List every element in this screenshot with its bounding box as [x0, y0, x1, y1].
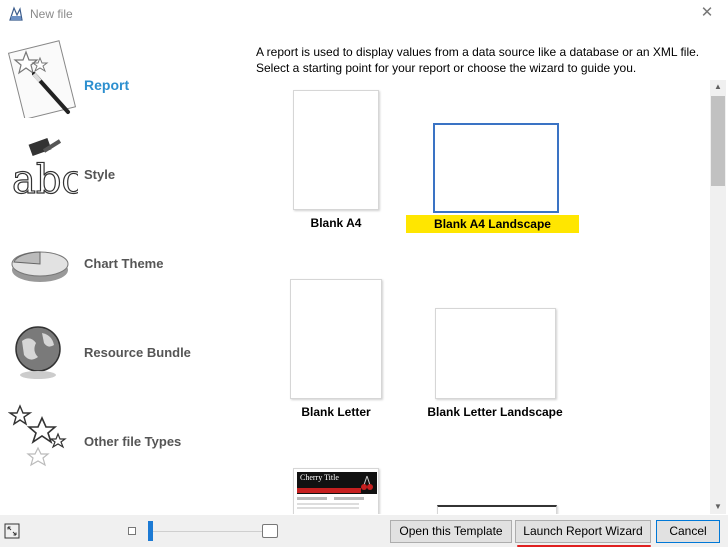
- category-resource-bundle[interactable]: Resource Bundle: [0, 305, 240, 394]
- category-other-file-types[interactable]: Other file Types: [0, 394, 240, 483]
- cherry-title-text: Cherry Title: [300, 473, 339, 482]
- style-icon: abc: [11, 137, 78, 204]
- app-icon: [9, 6, 23, 21]
- template-blank-letter[interactable]: Blank Letter: [289, 279, 382, 421]
- report-icon: [8, 40, 77, 118]
- category-list: Report abc Style Chart Theme Resource Bu…: [0, 30, 240, 515]
- template-blank-a4[interactable]: Blank A4: [293, 90, 379, 238]
- launch-report-wizard-button[interactable]: Launch Report Wizard: [515, 520, 651, 543]
- chart-theme-icon: [11, 251, 69, 282]
- template-label: Blank A4: [310, 216, 362, 230]
- template-thumbnail: [437, 505, 557, 514]
- category-resource-bundle-label: Resource Bundle: [84, 345, 191, 360]
- cherry-red-bar: [297, 488, 361, 493]
- cherry-line: [297, 507, 359, 509]
- window-title: New file: [30, 7, 73, 21]
- bottom-bar: Open this Template Launch Report Wizard …: [0, 515, 728, 547]
- description-line-1: A report is used to display values from …: [256, 45, 700, 59]
- template-thumbnail: Cherry Title: [293, 468, 379, 514]
- template-thumbnail: [290, 279, 382, 399]
- template-label: Blank Letter Landscape: [427, 405, 563, 419]
- category-chart-theme[interactable]: Chart Theme: [0, 216, 240, 305]
- description-line-2: Select a starting point for your report …: [256, 61, 637, 75]
- template-thumbnail: [435, 308, 556, 399]
- category-chart-theme-label: Chart Theme: [84, 256, 164, 271]
- cherry-line: [297, 497, 327, 500]
- category-style-label: Style: [84, 167, 116, 182]
- scrollbar-thumb[interactable]: [711, 96, 725, 186]
- globe-icon: [15, 326, 61, 379]
- zoom-slider-knob[interactable]: [148, 521, 153, 541]
- vertical-scrollbar[interactable]: ▲ ▼: [710, 80, 726, 514]
- template-thumbnail: [433, 123, 559, 213]
- template-blank-a4-landscape[interactable]: Blank A4 Landscape: [405, 122, 580, 236]
- close-icon[interactable]: ✕: [698, 4, 716, 22]
- description: A report is used to display values from …: [256, 44, 716, 76]
- cherry-icon: [361, 475, 373, 490]
- template-label: Blank Letter: [301, 405, 371, 419]
- template-thumbnail: [293, 90, 379, 210]
- template-partial[interactable]: [437, 505, 557, 514]
- template-cherry-title[interactable]: Cherry Title: [291, 468, 381, 514]
- category-report-label: Report: [84, 77, 130, 93]
- category-other-file-types-label: Other file Types: [84, 434, 182, 449]
- template-label: Blank A4 Landscape: [406, 215, 579, 233]
- open-template-button[interactable]: Open this Template: [390, 520, 512, 543]
- zoom-slider[interactable]: [128, 521, 278, 541]
- stars-icon: [8, 404, 67, 467]
- template-grid: Blank A4 Blank A4 Landscape Blank Letter…: [245, 80, 710, 514]
- category-report[interactable]: Report: [0, 38, 240, 127]
- zoom-track: [148, 531, 263, 532]
- zoom-small-icon: [128, 527, 136, 535]
- title-bar: New file ✕: [0, 0, 728, 28]
- category-style[interactable]: abc Style: [0, 127, 240, 216]
- expand-icon[interactable]: [4, 523, 20, 539]
- svg-text:abc: abc: [12, 157, 78, 203]
- cherry-line: [334, 497, 364, 500]
- cancel-button[interactable]: Cancel: [656, 520, 720, 543]
- cherry-line: [297, 503, 359, 505]
- template-blank-letter-landscape[interactable]: Blank Letter Landscape: [425, 308, 565, 422]
- scroll-up-icon[interactable]: ▲: [710, 80, 726, 94]
- scroll-down-icon[interactable]: ▼: [710, 500, 726, 514]
- zoom-large-icon: [262, 524, 278, 538]
